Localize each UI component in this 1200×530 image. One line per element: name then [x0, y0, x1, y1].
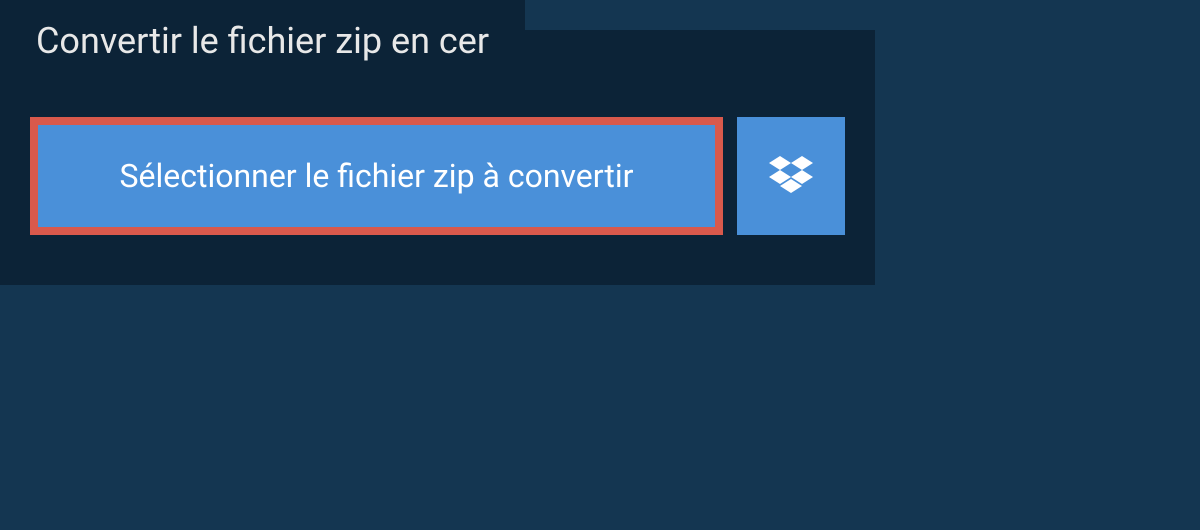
dropbox-button[interactable]: [737, 117, 845, 235]
dropbox-icon: [769, 156, 813, 196]
page-title: Convertir le fichier zip en cer: [36, 20, 489, 62]
action-row: Sélectionner le fichier zip à convertir: [30, 117, 845, 235]
select-file-button[interactable]: Sélectionner le fichier zip à convertir: [30, 117, 723, 235]
tab-header: Convertir le fichier zip en cer: [0, 0, 525, 82]
converter-panel: Convertir le fichier zip en cer Sélectio…: [0, 30, 875, 285]
